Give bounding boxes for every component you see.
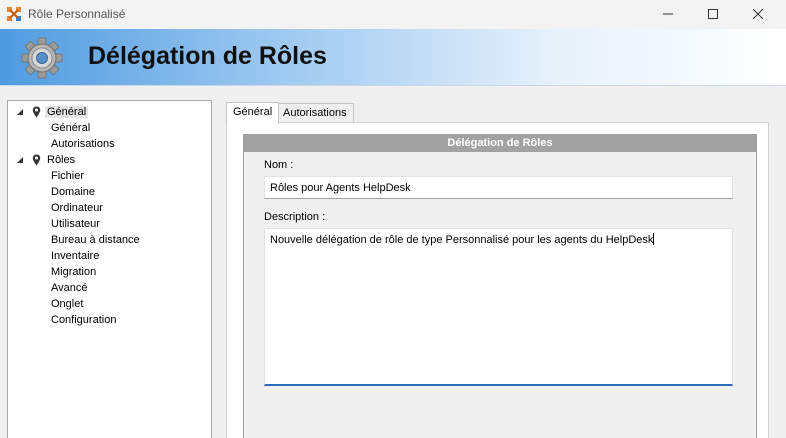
tree-item-general[interactable]: Général [45,104,89,120]
tree-item-label: Onglet [51,298,84,310]
tree-item-label: Bureau à distance [51,234,140,246]
tree-item-label: Inventaire [51,250,100,262]
tree-item-autorisations[interactable]: Autorisations [51,136,115,152]
description-field[interactable]: Nouvelle délégation de rôle de type Pers… [264,228,733,386]
pin-icon [32,154,41,166]
minimize-icon [663,13,673,15]
role-delegation-group: Délégation de Rôles Nom : Rôles pour Age… [243,134,757,438]
pin-icon [32,106,41,118]
close-button[interactable] [735,0,781,28]
description-text: Nouvelle délégation de rôle de type Pers… [270,234,654,246]
description-label: Description : [264,211,326,223]
tree-item-general-sub[interactable]: Général [51,120,90,136]
tree-item-roles[interactable]: Rôles [47,152,75,168]
tree-item-label: Autorisations [51,138,115,150]
tree-item-ordinateur[interactable]: Ordinateur [51,200,103,216]
tree-item-avance[interactable]: Avancé [51,280,88,296]
tree-item-inventaire[interactable]: Inventaire [51,248,99,264]
tab-general[interactable]: Général [226,102,280,124]
gear-icon [21,37,63,79]
tree-item-label: Rôles [47,154,76,166]
tree-item-label: Configuration [51,314,117,326]
maximize-button[interactable] [690,0,736,28]
group-header: Délégation de Rôles [244,135,756,152]
tree-item-label: Ordinateur [51,202,103,214]
tree-item-label: Général [45,106,89,118]
title-bar: Rôle Personnalisé [0,0,786,29]
tree-item-domaine[interactable]: Domaine [51,184,95,200]
name-field[interactable]: Rôles pour Agents HelpDesk [264,176,733,199]
close-icon [753,9,763,19]
maximize-icon [708,9,718,19]
expand-triangle-icon[interactable] [16,108,24,116]
window-title: Rôle Personnalisé [28,7,126,21]
header-banner: Délégation de Rôles [0,29,786,86]
minimize-button[interactable] [645,0,691,28]
tree-item-label: Migration [51,266,97,278]
expand-triangle-icon[interactable] [16,156,24,164]
tree-item-label: Utilisateur [51,218,100,230]
tree-item-utilisateur[interactable]: Utilisateur [51,216,100,232]
tree-item-configuration[interactable]: Configuration [51,312,116,328]
tree-item-label: Fichier [51,170,85,182]
tree-item-migration[interactable]: Migration [51,264,96,280]
tree-item-fichier[interactable]: Fichier [51,168,84,184]
tree-item-label: Avancé [51,282,88,294]
app-icon [7,7,21,21]
tree-item-label: Domaine [51,186,96,198]
tree-item-onglet[interactable]: Onglet [51,296,83,312]
tree-item-bureau-a-distance[interactable]: Bureau à distance [51,232,140,248]
tree-item-label: Général [51,122,91,134]
text-caret [653,233,655,245]
page-title: Délégation de Rôles [88,42,327,70]
tab-autorisations[interactable]: Autorisations [276,103,354,123]
navigation-tree: Général Général Autorisations Rôles Fich… [7,100,212,438]
name-label: Nom : [264,159,294,171]
